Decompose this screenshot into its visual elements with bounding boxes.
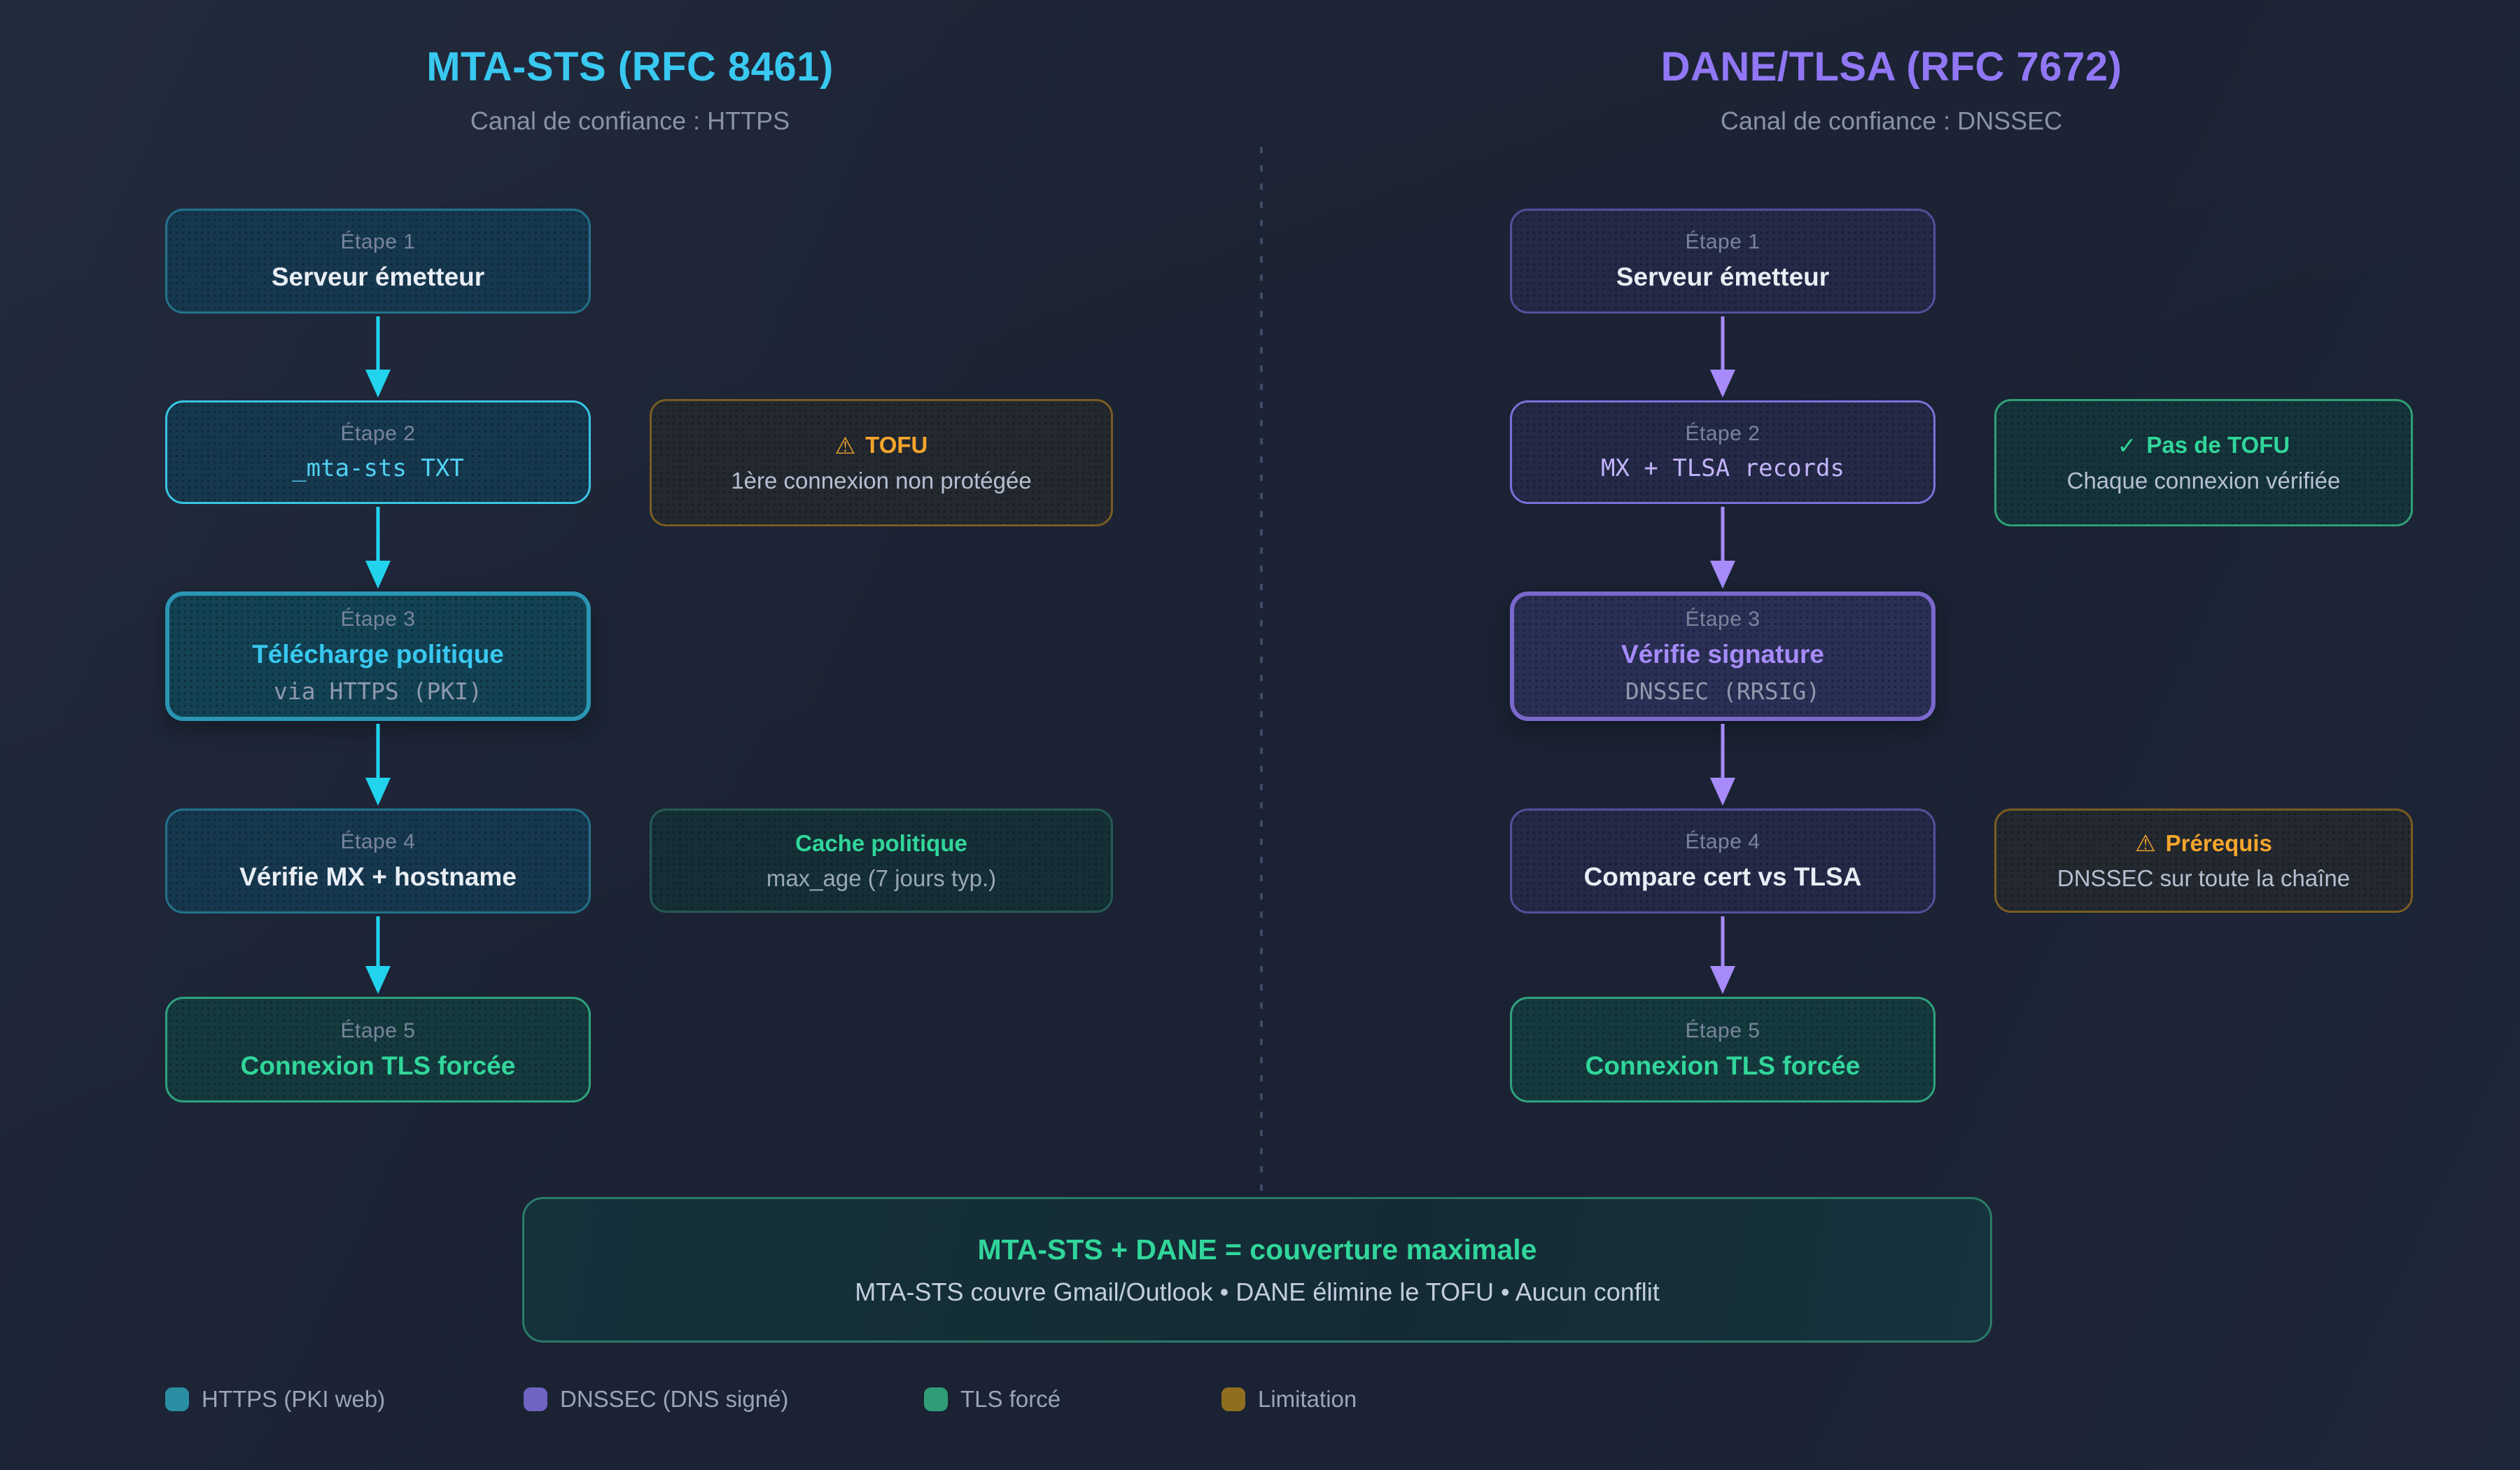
flow-arrow-down-icon bbox=[376, 724, 379, 806]
warning-icon: ⚠ bbox=[2135, 830, 2156, 857]
annotation-title: Cache politique bbox=[795, 830, 967, 857]
mta-sts-step-1: Étape 1 Serveur émetteur bbox=[165, 209, 591, 314]
legend-item-dnssec: DNSSEC (DNS signé) bbox=[524, 1386, 788, 1413]
dane-step-3: Étape 3 Vérifie signature DNSSEC (RRSIG) bbox=[1510, 592, 1935, 721]
summary-title: MTA-STS + DANE = couverture maximale bbox=[978, 1233, 1537, 1266]
flow-arrow-down-icon bbox=[1721, 916, 1724, 994]
step-title: Connexion TLS forcée bbox=[241, 1051, 516, 1081]
step-detail: via HTTPS (PKI) bbox=[274, 678, 482, 705]
step-label: Étape 2 bbox=[341, 422, 416, 446]
step-detail: DNSSEC (RRSIG) bbox=[1625, 678, 1820, 705]
legend-swatch-limitation bbox=[1222, 1387, 1245, 1411]
mta-sts-cache-box: Cache politique max_age (7 jours typ.) bbox=[650, 808, 1113, 913]
dane-step-2: Étape 2 MX + TLSA records bbox=[1510, 400, 1935, 504]
step-label: Étape 1 bbox=[341, 230, 416, 254]
dane-title: DANE/TLSA (RFC 7672) bbox=[1541, 43, 2241, 90]
step-title: Connexion TLS forcée bbox=[1586, 1051, 1861, 1081]
step-title: Serveur émetteur bbox=[1616, 262, 1829, 292]
check-icon: ✓ bbox=[2118, 432, 2137, 459]
step-title: _mta-sts TXT bbox=[292, 454, 464, 482]
annotation-body: max_age (7 jours typ.) bbox=[766, 865, 996, 892]
step-label: Étape 5 bbox=[1686, 1019, 1760, 1043]
step-label: Étape 2 bbox=[1686, 422, 1760, 446]
legend-swatch-tls bbox=[924, 1387, 948, 1411]
legend-swatch-https bbox=[165, 1387, 189, 1411]
legend-item-limitation: Limitation bbox=[1222, 1386, 1357, 1413]
annotation-title: ⚠ Prérequis bbox=[2135, 830, 2272, 857]
mta-sts-tofu-warning-box: ⚠ TOFU 1ère connexion non protégée bbox=[650, 399, 1113, 526]
step-title: Télécharge politique bbox=[252, 640, 504, 669]
annotation-title-text: Prérequis bbox=[2166, 830, 2272, 857]
dane-no-tofu-box: ✓ Pas de TOFU Chaque connexion vérifiée bbox=[1994, 399, 2413, 526]
dane-subtitle: Canal de confiance : DNSSEC bbox=[1541, 106, 2241, 136]
mta-sts-step-5: Étape 5 Connexion TLS forcée bbox=[165, 997, 591, 1102]
flow-arrow-down-icon bbox=[376, 316, 379, 398]
mta-sts-step-3: Étape 3 Télécharge politique via HTTPS (… bbox=[165, 592, 591, 721]
step-label: Étape 5 bbox=[341, 1019, 416, 1043]
flow-arrow-down-icon bbox=[376, 916, 379, 994]
legend-item-tls: TLS forcé bbox=[924, 1386, 1060, 1413]
step-label: Étape 3 bbox=[341, 608, 416, 631]
mta-sts-subtitle: Canal de confiance : HTTPS bbox=[280, 106, 980, 136]
legend-item-https: HTTPS (PKI web) bbox=[165, 1386, 385, 1413]
flow-arrow-down-icon bbox=[1721, 724, 1724, 806]
step-title: MX + TLSA records bbox=[1601, 454, 1844, 482]
flow-arrow-down-icon bbox=[1721, 507, 1724, 589]
legend-label: DNSSEC (DNS signé) bbox=[560, 1386, 788, 1413]
legend-swatch-dnssec bbox=[524, 1387, 547, 1411]
flow-arrow-down-icon bbox=[1721, 316, 1724, 398]
annotation-body: DNSSEC sur toute la chaîne bbox=[2057, 865, 2350, 892]
summary-box: MTA-STS + DANE = couverture maximale MTA… bbox=[522, 1197, 1992, 1343]
step-label: Étape 4 bbox=[1686, 830, 1760, 854]
dane-prerequisite-box: ⚠ Prérequis DNSSEC sur toute la chaîne bbox=[1994, 808, 2413, 913]
annotation-title-text: Cache politique bbox=[795, 830, 967, 857]
step-title: Serveur émetteur bbox=[272, 262, 484, 292]
step-label: Étape 4 bbox=[341, 830, 416, 854]
warning-icon: ⚠ bbox=[835, 432, 856, 459]
mta-sts-title: MTA-STS (RFC 8461) bbox=[280, 43, 980, 90]
mta-sts-step-4: Étape 4 Vérifie MX + hostname bbox=[165, 808, 591, 913]
flow-arrow-down-icon bbox=[376, 507, 379, 589]
legend-label: HTTPS (PKI web) bbox=[202, 1386, 385, 1413]
mta-sts-step-2: Étape 2 _mta-sts TXT bbox=[165, 400, 591, 504]
annotation-body: 1ère connexion non protégée bbox=[731, 468, 1031, 494]
step-title: Compare cert vs TLSA bbox=[1584, 862, 1862, 892]
center-divider bbox=[1260, 147, 1263, 1194]
annotation-title-text: TOFU bbox=[865, 432, 927, 458]
summary-body: MTA-STS couvre Gmail/Outlook • DANE élim… bbox=[855, 1278, 1660, 1307]
annotation-title-text: Pas de TOFU bbox=[2146, 432, 2290, 458]
step-title: Vérifie signature bbox=[1621, 640, 1824, 669]
dane-step-1: Étape 1 Serveur émetteur bbox=[1510, 209, 1935, 314]
dane-step-4: Étape 4 Compare cert vs TLSA bbox=[1510, 808, 1935, 913]
legend-label: Limitation bbox=[1258, 1386, 1357, 1413]
annotation-body: Chaque connexion vérifiée bbox=[2067, 468, 2341, 494]
diagram-canvas: MTA-STS (RFC 8461) Canal de confiance : … bbox=[0, 0, 2520, 1470]
annotation-title: ⚠ TOFU bbox=[835, 432, 928, 459]
annotation-title: ✓ Pas de TOFU bbox=[2118, 432, 2290, 459]
dane-step-5: Étape 5 Connexion TLS forcée bbox=[1510, 997, 1935, 1102]
legend-label: TLS forcé bbox=[960, 1386, 1060, 1413]
step-label: Étape 3 bbox=[1686, 608, 1760, 631]
step-label: Étape 1 bbox=[1686, 230, 1760, 254]
step-title: Vérifie MX + hostname bbox=[239, 862, 517, 892]
